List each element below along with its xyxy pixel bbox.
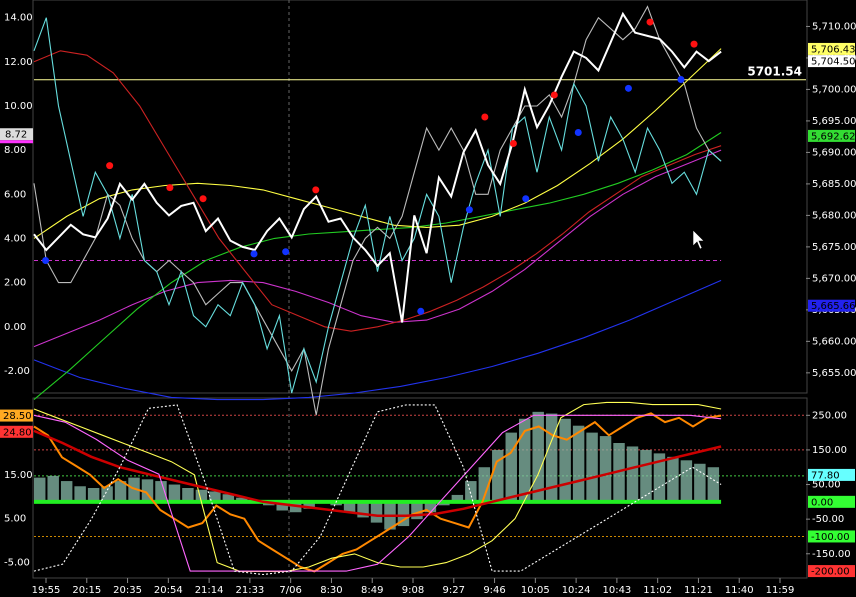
- time-tick-10: 9:27: [443, 585, 465, 596]
- right-axis-tick-3: 5,695.00: [812, 116, 856, 127]
- blue-signal-dot-8: [677, 75, 685, 83]
- left-axis-tick-7: 0.00: [4, 322, 26, 333]
- time-tick-3: 20:54: [154, 585, 183, 596]
- right-axis-tick-10: 5,660.00: [812, 336, 856, 347]
- osc-histogram-bar-4: [87, 488, 100, 502]
- red-signal-dot-8: [690, 40, 698, 48]
- time-tick-13: 10:24: [562, 585, 591, 596]
- osc-histogram-bar-44: [626, 446, 639, 502]
- right-axis-tick-7: 5,675.00: [812, 242, 856, 253]
- osc-histogram-bar-10: [168, 484, 181, 502]
- osc-left-tag-1: 24.80: [3, 427, 32, 438]
- osc-histogram-bar-32: [465, 481, 477, 502]
- time-tick-8: 8:49: [361, 585, 383, 596]
- osc-histogram-bar-11: [182, 488, 194, 502]
- blue-signal-dot-5: [522, 195, 530, 203]
- left-price-tag-0: 8.72: [5, 130, 27, 141]
- time-tick-5: 21:33: [235, 585, 264, 596]
- osc-histogram-bar-2: [60, 481, 73, 502]
- time-tick-2: 20:35: [113, 585, 142, 596]
- right-price-tag-3: 5,665.66: [811, 301, 856, 312]
- osc-left-axis-tick-1: 5.00: [4, 514, 26, 525]
- left-axis-tick-4: 6.00: [4, 189, 26, 200]
- osc-histogram-bar-35: [505, 432, 517, 502]
- left-axis-tick-1: 12.00: [4, 57, 33, 68]
- osc-zero-line: [34, 499, 722, 504]
- time-tick-15: 11:02: [643, 585, 672, 596]
- osc-histogram-bar-1: [47, 475, 59, 502]
- osc-right-axis-tick-0: 250.00: [812, 410, 847, 421]
- time-tick-18: 11:59: [766, 585, 795, 596]
- right-price-tag-2: 5,692.62: [811, 131, 856, 142]
- blue-signal-dot-0: [42, 257, 50, 265]
- time-tick-12: 10:05: [521, 585, 550, 596]
- left-axis-tick-0: 14.00: [4, 13, 33, 24]
- right-axis-tick-0: 5,710.00: [812, 21, 856, 32]
- blue-signal-dot-7: [624, 84, 632, 92]
- time-tick-9: 9:08: [402, 585, 424, 596]
- osc-histogram-bar-41: [586, 432, 598, 502]
- blue-signal-dot-4: [465, 206, 473, 214]
- osc-histogram-bar-40: [572, 425, 585, 502]
- time-tick-11: 9:46: [483, 585, 505, 596]
- osc-right-tag-2: -100.00: [811, 532, 850, 543]
- left-axis-tick-2: 10.00: [4, 101, 33, 112]
- time-tick-7: 8:30: [320, 585, 342, 596]
- left-axis-tick-6: 2.00: [4, 278, 26, 289]
- red-signal-dot-6: [550, 91, 558, 99]
- red-signal-dot-0: [106, 162, 114, 170]
- time-tick-0: 19:55: [32, 585, 61, 596]
- time-tick-6: 7/06: [279, 585, 301, 596]
- right-axis-tick-11: 5,655.00: [812, 368, 856, 379]
- blue-signal-dot-2: [282, 248, 290, 256]
- osc-right-tag-3: -200.00: [811, 567, 850, 578]
- osc-histogram-bar-48: [680, 460, 693, 502]
- osc-histogram-bar-0: [34, 477, 46, 502]
- osc-right-axis-tick-4: -150.00: [812, 549, 851, 560]
- red-signal-dot-3: [312, 186, 320, 194]
- time-tick-17: 11:40: [725, 585, 754, 596]
- osc-right-axis-tick-3: -50.00: [812, 514, 844, 525]
- red-signal-dot-4: [481, 113, 489, 121]
- time-tick-1: 20:15: [72, 585, 101, 596]
- red-signal-dot-5: [509, 140, 517, 148]
- osc-histogram-bar-25: [370, 501, 383, 523]
- time-tick-14: 10:43: [602, 585, 631, 596]
- osc-left-axis-tick-2: -5.00: [4, 558, 30, 569]
- red-signal-dot-7: [646, 18, 654, 26]
- red-signal-dot-1: [166, 184, 174, 192]
- osc-histogram-bar-49: [694, 463, 706, 502]
- red-signal-dot-2: [199, 195, 207, 203]
- right-price-tag-0: 5,706.43: [811, 44, 856, 55]
- osc-histogram-bar-3: [74, 486, 86, 502]
- blue-signal-dot-3: [417, 307, 425, 315]
- osc-right-tag-1: 0.00: [811, 497, 833, 508]
- right-axis-tick-8: 5,670.00: [812, 273, 856, 284]
- osc-histogram-bar-39: [559, 418, 571, 502]
- blue-signal-dot-6: [574, 128, 582, 136]
- right-axis-tick-5: 5,685.00: [812, 179, 856, 190]
- left-axis-tick-3: 8.00: [4, 145, 26, 156]
- left-axis-tick-5: 4.00: [4, 233, 26, 244]
- osc-histogram-bar-28: [411, 501, 423, 520]
- blue-signal-dot-1: [250, 250, 258, 258]
- osc-histogram-bar-42: [599, 436, 612, 502]
- time-tick-4: 21:14: [195, 585, 224, 596]
- osc-right-axis-tick-1: 150.00: [812, 445, 847, 456]
- osc-histogram-bar-50: [707, 467, 720, 502]
- right-axis-tick-4: 5,690.00: [812, 147, 856, 158]
- right-price-tag-1: 5,704.50: [811, 57, 856, 68]
- right-axis-tick-6: 5,680.00: [812, 210, 856, 221]
- osc-histogram-bar-37: [532, 411, 544, 502]
- osc-left-axis-tick-0: 15.00: [4, 470, 33, 481]
- chart-canvas: 14.00 12.00 10.00 8.00 6.00 4.00 2.00 0.00 -2.00…: [0, 0, 856, 597]
- time-tick-16: 11:21: [684, 585, 713, 596]
- price-line-label: 5701.54: [747, 65, 802, 79]
- left-axis-tick-8: -2.00: [4, 366, 30, 377]
- osc-right-tag-0: 77.80: [811, 470, 840, 481]
- osc-left-tag-0: 28.50: [3, 411, 32, 422]
- osc-histogram-bar-5: [101, 486, 113, 502]
- right-axis-tick-2: 5,700.00: [812, 84, 856, 95]
- osc-histogram-bar-45: [640, 449, 652, 502]
